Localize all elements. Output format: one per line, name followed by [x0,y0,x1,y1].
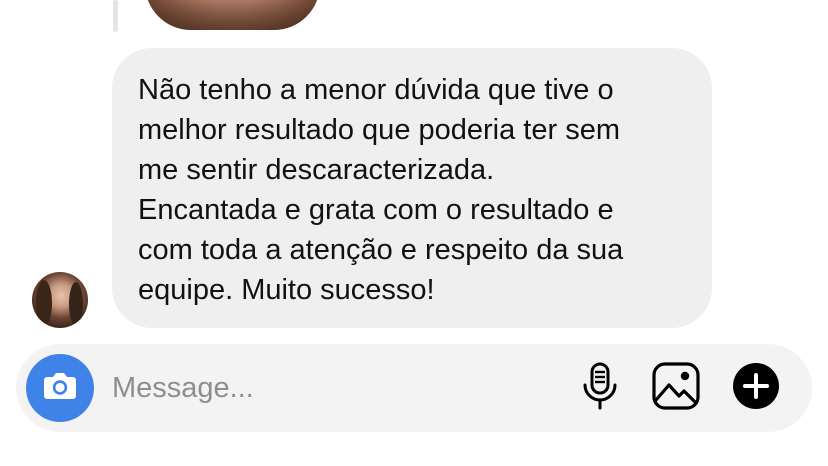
photo-shade [145,0,320,30]
message-text: Não tenho a menor dúvida que tive o melh… [138,74,624,306]
reply-indicator-bar [113,0,118,32]
image-gallery-icon [651,361,701,416]
avatar-hair-left [36,280,52,326]
sender-avatar[interactable] [32,272,88,328]
avatar-hair-right [69,282,83,326]
message-input[interactable] [112,366,552,410]
camera-button[interactable] [26,354,94,422]
plus-icon [731,361,781,416]
microphone-icon [580,361,620,416]
received-message-bubble[interactable]: Não tenho a menor dúvida que tive o melh… [112,48,712,328]
gallery-button[interactable] [650,361,702,416]
message-composer [16,344,812,432]
chat-screen: Não tenho a menor dúvida que tive o melh… [0,0,828,466]
camera-icon [42,371,78,406]
microphone-button[interactable] [574,362,626,414]
shared-photo-thumbnail[interactable] [145,0,320,30]
add-button[interactable] [730,362,782,414]
